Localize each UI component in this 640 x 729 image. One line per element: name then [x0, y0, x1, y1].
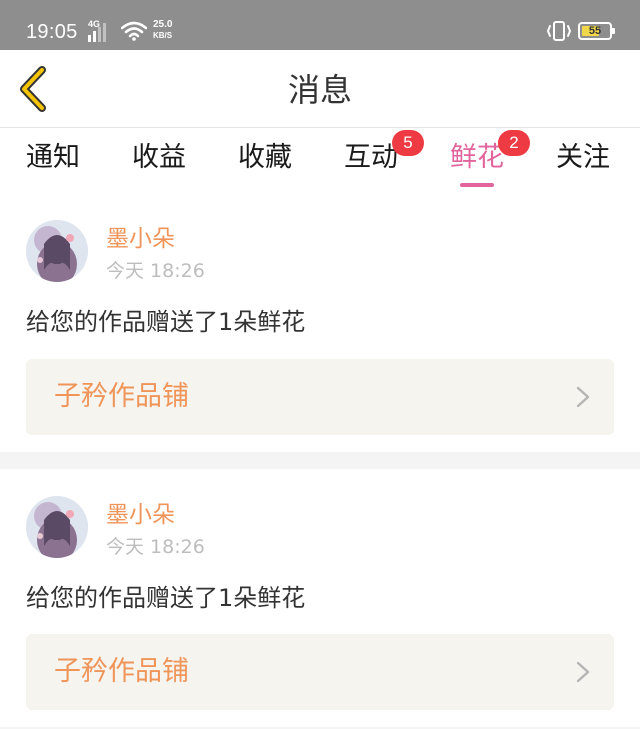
- message-time: 今天 18:26: [106, 536, 205, 558]
- vibrate-icon: [546, 21, 572, 41]
- sender-name[interactable]: 墨小朵: [106, 224, 175, 254]
- status-time: 19:05: [26, 21, 78, 43]
- works-name: 子矜作品铺: [54, 381, 189, 412]
- avatar[interactable]: [26, 220, 88, 282]
- signal-icon: 4G: [88, 19, 118, 42]
- tab-bar: 通知 收益 收藏 互动 5 鲜花 2 关注: [0, 128, 640, 198]
- battery-icon: 55: [578, 22, 615, 40]
- tab-interactions[interactable]: 互动 5: [344, 130, 424, 194]
- active-tab-indicator: [460, 183, 494, 187]
- tab-label: 关注: [556, 142, 610, 173]
- chevron-right-icon: [576, 386, 590, 408]
- page-title: 消息: [287, 71, 352, 109]
- status-bar: 19:05 4G 25.0 KB/S 55: [0, 0, 640, 50]
- unread-badge: 2: [498, 130, 530, 156]
- works-link[interactable]: 子矜作品铺: [26, 634, 614, 710]
- sender-name[interactable]: 墨小朵: [106, 500, 175, 530]
- tab-label: 通知: [26, 142, 80, 173]
- tab-label: 收益: [132, 142, 186, 173]
- wifi-icon: [121, 21, 147, 41]
- tab-earnings[interactable]: 收益: [132, 138, 186, 194]
- nav-bar: 消息: [0, 50, 640, 128]
- network-speed: 25.0 KB/S: [153, 20, 172, 41]
- speed-unit: KB/S: [153, 31, 173, 40]
- works-link[interactable]: 子矜作品铺: [26, 359, 614, 435]
- section-divider: [0, 452, 640, 469]
- message-text: 给您的作品赠送了1朵鲜花: [26, 584, 306, 612]
- avatar-image: [26, 220, 88, 282]
- unread-badge: 5: [392, 130, 424, 156]
- message-time: 今天 18:26: [106, 260, 205, 282]
- message-text: 给您的作品赠送了1朵鲜花: [26, 308, 306, 336]
- tab-notifications[interactable]: 通知: [26, 138, 80, 194]
- tab-flowers[interactable]: 鲜花 2: [450, 130, 530, 194]
- tab-following[interactable]: 关注: [556, 138, 610, 194]
- avatar[interactable]: [26, 496, 88, 558]
- speed-value: 25.0: [153, 19, 173, 30]
- tab-label: 互动: [344, 142, 398, 173]
- tab-favorites[interactable]: 收藏: [238, 138, 292, 194]
- battery-level: 55: [588, 25, 602, 37]
- works-name: 子矜作品铺: [54, 656, 189, 687]
- tab-label: 鲜花: [450, 142, 504, 173]
- tab-label: 收藏: [238, 142, 292, 173]
- avatar-image: [26, 496, 88, 558]
- chevron-right-icon: [576, 661, 590, 683]
